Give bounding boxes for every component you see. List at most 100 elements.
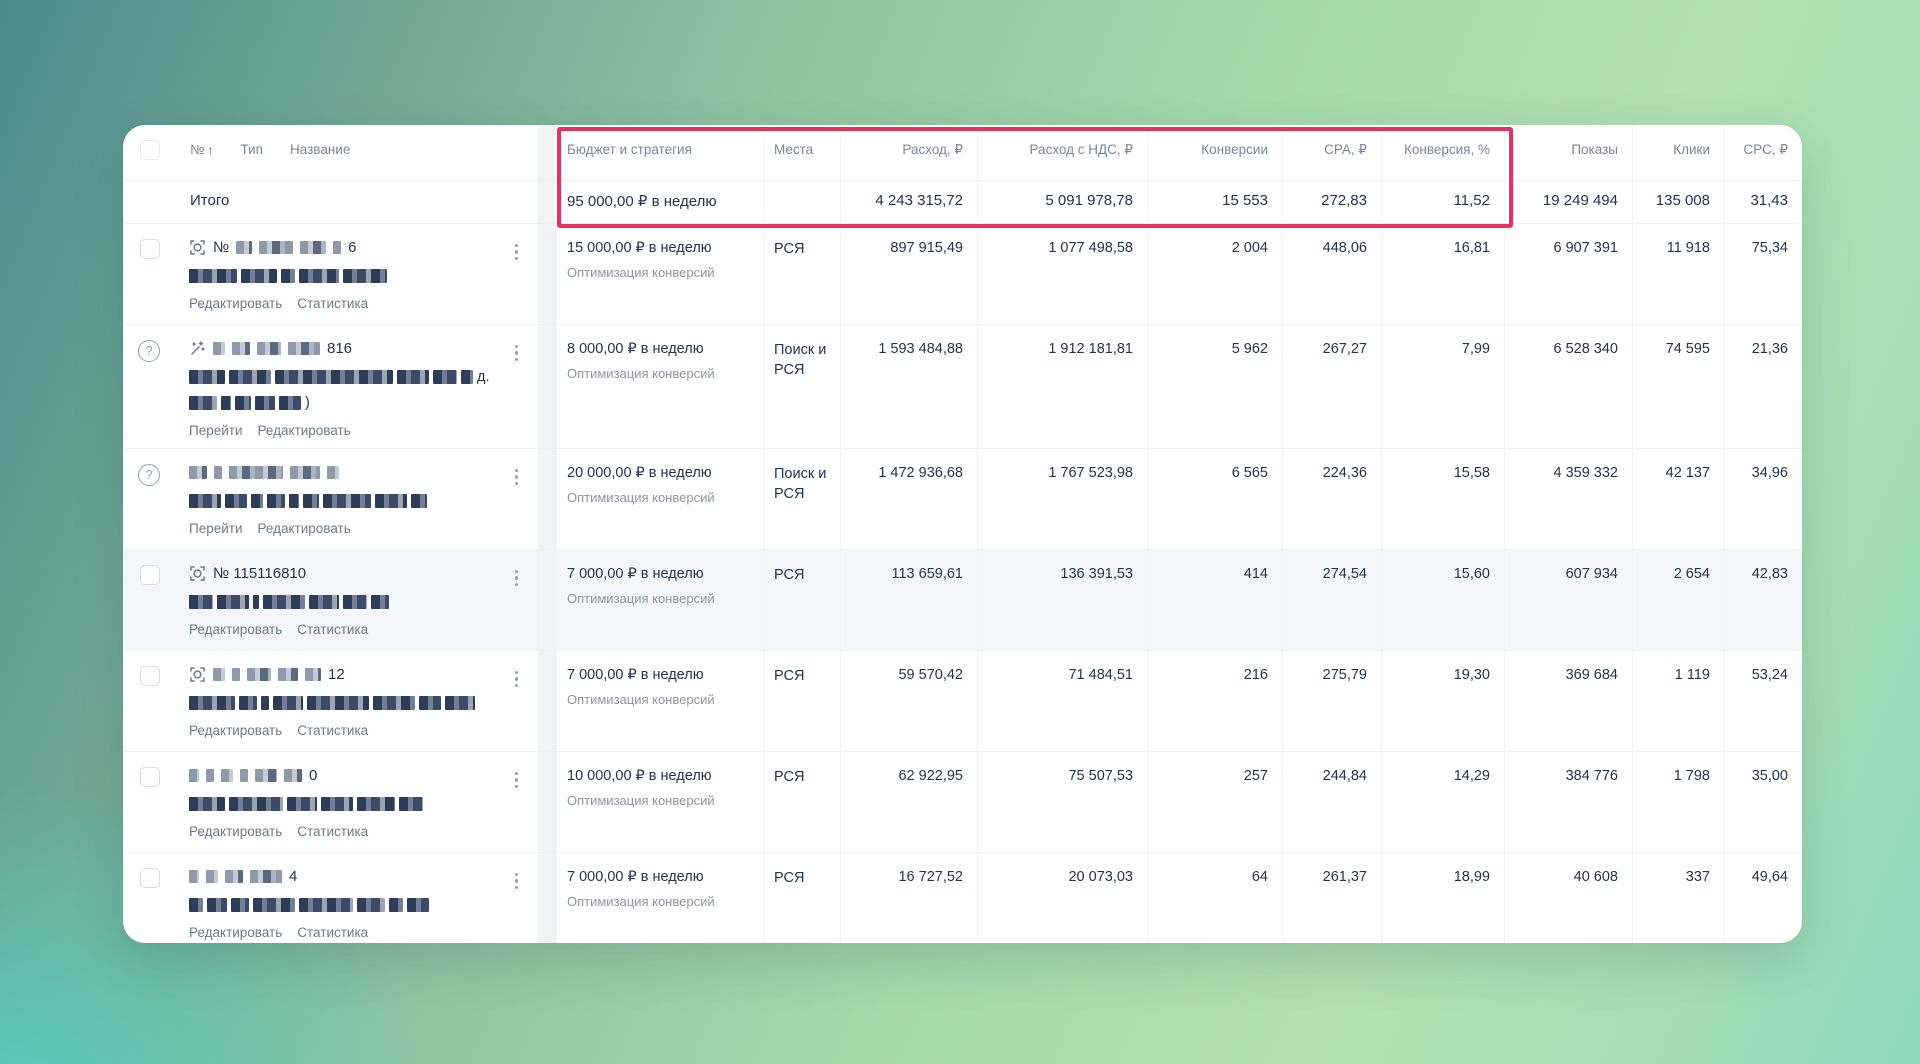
question-icon[interactable]: ? <box>138 340 160 362</box>
row-checkbox[interactable] <box>140 239 160 259</box>
row-checkbox[interactable] <box>140 666 160 686</box>
clicks-value: 74 595 <box>1632 325 1724 448</box>
table-header-row: № ↑ Тип Название Бюджет и стратегия Места… <box>123 125 1802 181</box>
fixed-columns-divider <box>538 224 557 324</box>
col-header-conversions[interactable]: Конверсии <box>1147 125 1282 180</box>
totals-spend: 4 243 315,72 <box>840 181 977 223</box>
cpa-value: 274,54 <box>1282 550 1381 650</box>
kebab-menu-button[interactable] <box>513 240 521 264</box>
col-header-type[interactable]: Тип <box>240 142 263 180</box>
campaign-number-suffix: 6 <box>348 239 357 256</box>
budget-value: 20 000,00 ₽ в неделю <box>567 465 712 481</box>
row-checkbox[interactable] <box>140 565 160 585</box>
redacted-text <box>232 668 240 681</box>
clicks-value: 42 137 <box>1632 449 1724 549</box>
kebab-menu-button[interactable] <box>513 869 521 893</box>
row-action-link[interactable]: Статистика <box>297 723 368 738</box>
row-action-link[interactable]: Статистика <box>297 622 368 637</box>
row-action-link[interactable]: Статистика <box>297 296 368 311</box>
redacted-text <box>189 369 225 384</box>
conversions-value: 5 962 <box>1147 325 1282 448</box>
row-actions: Редактировать Статистика <box>189 925 508 940</box>
redacted-text <box>221 395 231 410</box>
row-action-link[interactable]: Редактировать <box>189 824 282 839</box>
fixed-columns-divider <box>538 449 557 549</box>
kebab-menu-button[interactable] <box>513 768 521 792</box>
row-checkbox[interactable] <box>140 767 160 787</box>
col-header-spend[interactable]: Расход, ₽ <box>840 125 977 180</box>
col-header-name[interactable]: Название <box>290 142 350 180</box>
row-action-link[interactable]: Редактировать <box>258 521 351 536</box>
fixed-columns-divider <box>538 181 557 223</box>
redacted-text <box>281 268 295 283</box>
display-campaign-icon <box>189 239 206 256</box>
col-header-impressions[interactable]: Показы <box>1504 125 1632 180</box>
redacted-text <box>357 897 385 912</box>
row-checkbox[interactable] <box>140 868 160 888</box>
spend-vat-value: 1 077 498,58 <box>977 224 1147 324</box>
table-row: ? 0 <box>123 752 1802 853</box>
kebab-menu-button[interactable] <box>513 566 521 590</box>
totals-spend-vat: 5 091 978,78 <box>977 181 1147 223</box>
fixed-columns-divider <box>538 651 557 751</box>
spend-vat-value: 1 912 181,81 <box>977 325 1147 448</box>
redacted-text <box>303 493 319 508</box>
kebab-menu-button[interactable] <box>513 341 521 365</box>
redacted-text <box>232 342 250 355</box>
budget-value: 7 000,00 ₽ в неделю <box>567 869 704 885</box>
row-action-link[interactable]: Статистика <box>297 925 368 940</box>
totals-conversions: 15 553 <box>1147 181 1282 223</box>
conversions-value: 257 <box>1147 752 1282 852</box>
table-row: ? № 6 <box>123 224 1802 325</box>
redacted-text <box>261 695 269 710</box>
totals-budget: 95 000,00 ₽ в неделю <box>567 193 717 210</box>
campaign-name-redacted <box>189 268 508 283</box>
strategy-label: Оптимизация конверсий <box>567 366 715 381</box>
row-action-link[interactable]: Редактировать <box>189 622 282 637</box>
places-value: РСЯ <box>763 651 840 751</box>
redacted-text <box>278 668 298 681</box>
redacted-text <box>419 695 441 710</box>
col-header-cpc[interactable]: CPC, ₽ <box>1724 125 1802 180</box>
fixed-columns-divider <box>538 125 557 180</box>
col-header-budget[interactable]: Бюджет и стратегия <box>557 125 763 180</box>
campaign-name-suffix: ) <box>305 394 310 411</box>
row-action-link[interactable]: Редактировать <box>189 925 282 940</box>
impressions-value: 369 684 <box>1504 651 1632 751</box>
redacted-text <box>241 268 277 283</box>
places-value: РСЯ <box>763 224 840 324</box>
kebab-menu-button[interactable] <box>513 465 521 489</box>
question-icon[interactable]: ? <box>138 464 160 486</box>
totals-places <box>763 181 840 223</box>
redacted-text <box>213 668 225 681</box>
kebab-menu-button[interactable] <box>513 667 521 691</box>
impressions-value: 40 608 <box>1504 853 1632 943</box>
row-action-link[interactable]: Редактировать <box>189 296 282 311</box>
strategy-label: Оптимизация конверсий <box>567 692 715 707</box>
redacted-text <box>189 870 199 883</box>
row-actions: Редактировать Статистика <box>189 622 508 637</box>
select-all-checkbox[interactable] <box>140 140 160 160</box>
col-header-conv-rate[interactable]: Конверсия, % <box>1381 125 1504 180</box>
redacted-text <box>327 466 339 479</box>
redacted-text <box>288 342 320 355</box>
col-header-spend-vat[interactable]: Расход с НДС, ₽ <box>977 125 1147 180</box>
row-action-link[interactable]: Редактировать <box>258 423 351 438</box>
redacted-text <box>189 466 207 479</box>
row-action-link[interactable]: Редактировать <box>189 723 282 738</box>
cpc-value: 42,83 <box>1724 550 1802 650</box>
col-header-number[interactable]: № ↑ <box>190 142 213 180</box>
row-action-link[interactable]: Статистика <box>297 824 368 839</box>
row-action-link[interactable]: Перейти <box>189 521 243 536</box>
col-header-cpa[interactable]: CPA, ₽ <box>1282 125 1381 180</box>
table-row: ? 12 <box>123 651 1802 752</box>
campaign-number-text: № <box>213 239 230 256</box>
col-header-places[interactable]: Места <box>763 125 840 180</box>
impressions-value: 4 359 332 <box>1504 449 1632 549</box>
clicks-value: 2 654 <box>1632 550 1724 650</box>
col-header-clicks[interactable]: Клики <box>1632 125 1724 180</box>
table-row: ? 4 <box>123 853 1802 943</box>
redacted-text <box>397 369 429 384</box>
row-action-link[interactable]: Перейти <box>189 423 243 438</box>
redacted-text <box>357 796 395 811</box>
